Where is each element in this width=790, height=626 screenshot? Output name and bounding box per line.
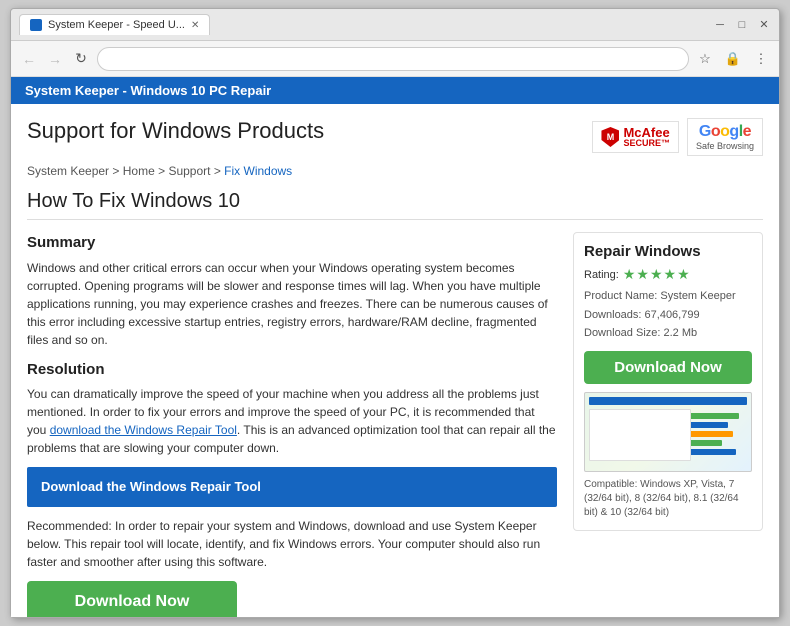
- screenshot-bars: [687, 411, 745, 457]
- mcafee-badge: M McAfee SECURE™: [592, 121, 679, 153]
- maximize-btn[interactable]: □: [735, 18, 749, 32]
- sidebar-box: Repair Windows Rating: ★★★★★ Product Nam…: [573, 232, 763, 531]
- mcafee-label: SECURE™: [623, 139, 670, 148]
- breadcrumb: System Keeper > Home > Support > Fix Win…: [27, 164, 763, 178]
- safe-browsing-label: Safe Browsing: [696, 141, 754, 151]
- google-safe-badge: Google Safe Browsing: [687, 118, 763, 156]
- resolution-text: You can dramatically improve the speed o…: [27, 385, 557, 457]
- menu-icon[interactable]: ⋮: [751, 49, 771, 69]
- download-tool-link[interactable]: download the Windows Repair Tool: [50, 423, 237, 437]
- address-bar[interactable]: [97, 47, 689, 71]
- product-name: Product Name: System Keeper: [584, 287, 752, 306]
- rating-label: Rating:: [584, 269, 619, 281]
- breadcrumb-fix-windows[interactable]: Fix Windows: [224, 164, 292, 178]
- minimize-btn[interactable]: ─: [713, 18, 727, 32]
- download-banner[interactable]: Download the Windows Repair Tool: [27, 467, 557, 507]
- download-size: Download Size: 2.2 Mb: [584, 324, 752, 343]
- recommended-text: Recommended: In order to repair your sys…: [27, 517, 557, 571]
- shield-icon: 🔒: [723, 49, 743, 69]
- bar2: [687, 422, 728, 428]
- section-title: How To Fix Windows 10: [27, 190, 763, 220]
- tab-close-btn[interactable]: ✕: [191, 20, 199, 31]
- rating-stars: ★★★★★: [623, 266, 691, 283]
- breadcrumb-home: Home: [123, 164, 155, 178]
- window-controls: ─ □ ✕: [713, 18, 771, 32]
- bookmark-icon[interactable]: ☆: [695, 49, 715, 69]
- browser-tab[interactable]: System Keeper - Speed U... ✕: [19, 14, 210, 35]
- downloads-count: Downloads: 67,406,799: [584, 306, 752, 325]
- nav-bar: ← → ↻ ☆ 🔒 ⋮: [11, 41, 779, 77]
- summary-text: Windows and other critical errors can oc…: [27, 259, 557, 349]
- close-btn[interactable]: ✕: [757, 18, 771, 32]
- forward-btn[interactable]: →: [45, 49, 65, 69]
- rating-row: Rating: ★★★★★: [584, 266, 752, 283]
- sidebar-title: Repair Windows: [584, 243, 752, 260]
- site-bar-title: System Keeper - Windows 10 PC Repair: [25, 83, 271, 98]
- tab-title: System Keeper - Speed U...: [48, 19, 185, 31]
- refresh-btn[interactable]: ↻: [71, 49, 91, 69]
- compat-text: Compatible: Windows XP, Vista, 7 (32/64 …: [584, 478, 752, 520]
- breadcrumb-system-keeper: System Keeper: [27, 164, 109, 178]
- two-col-layout: Summary Windows and other critical error…: [27, 232, 763, 617]
- main-column: Summary Windows and other critical error…: [27, 232, 557, 617]
- page-title: Support for Windows Products: [27, 118, 324, 144]
- badges: M McAfee SECURE™ Google: [592, 118, 763, 156]
- sidebar-download-button[interactable]: Download Now: [584, 351, 752, 384]
- header-row: Support for Windows Products M McAfee SE…: [27, 118, 763, 156]
- breadcrumb-support: Support: [168, 164, 210, 178]
- sidebar-column: Repair Windows Rating: ★★★★★ Product Nam…: [573, 232, 763, 617]
- page-inner: Support for Windows Products M McAfee SE…: [11, 104, 779, 617]
- screenshot-preview: [584, 392, 752, 472]
- download-now-main-button[interactable]: Download Now: [27, 581, 237, 618]
- bar1: [687, 413, 739, 419]
- bar3: [687, 431, 733, 437]
- page-content: Support for Windows Products M McAfee SE…: [11, 104, 779, 617]
- browser-window: System Keeper - Speed U... ✕ ─ □ ✕ ← → ↻…: [10, 8, 780, 618]
- nav-icons: ☆ 🔒 ⋮: [695, 49, 771, 69]
- back-btn[interactable]: ←: [19, 49, 39, 69]
- title-bar: System Keeper - Speed U... ✕ ─ □ ✕: [11, 9, 779, 41]
- google-logo: Google: [699, 123, 751, 141]
- bar5: [687, 449, 736, 455]
- bar4: [687, 440, 722, 446]
- download-banner-label: Download the Windows Repair Tool: [41, 479, 261, 494]
- site-bar: System Keeper - Windows 10 PC Repair: [11, 77, 779, 104]
- tab-favicon: [30, 19, 42, 31]
- sidebar-info: Product Name: System Keeper Downloads: 6…: [584, 287, 752, 343]
- resolution-heading: Resolution: [27, 359, 557, 382]
- summary-heading: Summary: [27, 232, 557, 255]
